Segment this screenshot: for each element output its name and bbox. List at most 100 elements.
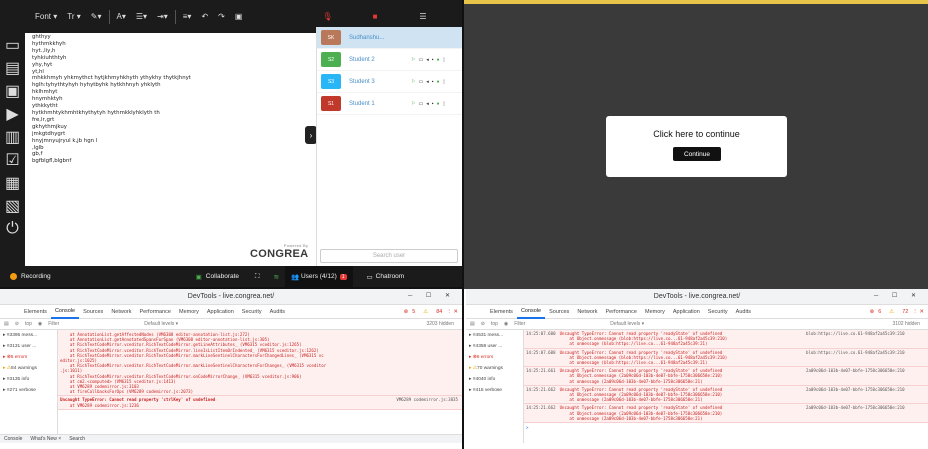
chat-icon[interactable]: ● [437,79,440,85]
clear-icon[interactable]: ⊘ [15,321,19,327]
image-icon[interactable]: ▣ [230,0,248,33]
tab-application[interactable]: Application [669,305,704,319]
window-controls[interactable]: ─ ☐ ✕ [874,292,922,299]
user-row[interactable]: S2 Student 2 ⚐ ▭ ◂ ▪ ● ▯ [317,49,462,71]
sidebar-toggle-icon[interactable]: ▤ [470,321,475,327]
edit-icon[interactable]: ⚐ [411,79,415,85]
filter-input[interactable]: Filter [48,321,128,327]
console-filter-item[interactable]: ▸ ≡ 4358 user ... [466,341,523,352]
document-editor[interactable]: ghthyy hythmkkhyh hyt.,liy,h tyhkiuhthtyh yh… [26,33,310,266]
video-icon[interactable]: ▪ [432,101,434,107]
text-color-icon[interactable]: A▾ [112,0,131,33]
undo-icon[interactable]: ↶ [196,0,213,33]
speaker-icon[interactable]: ◂ [426,79,429,85]
tab-security[interactable]: Security [704,305,732,319]
recording-label[interactable]: Recording [21,273,51,280]
console-filter-item[interactable]: ▸ ≡ 3131 user ... [0,341,57,352]
console-prompt[interactable]: > [524,423,928,432]
eye-icon[interactable]: ◉ [38,321,42,327]
levels-select[interactable]: Default levels ▾ [144,321,178,327]
console-filter-item[interactable]: ▸ ≡ 4040 info [466,374,523,385]
console-filter-item[interactable]: ▸ ≡ 3395 mess... [0,330,57,341]
console-filter-item[interactable]: ▸ ⚠ 70 warnings [466,363,523,374]
redo-icon[interactable]: ↷ [213,0,230,33]
sidebar-toggle-icon[interactable]: ▤ [4,321,9,327]
console-filter-item[interactable]: ▸ ⊗ 6 errors [466,352,523,363]
tab-audits[interactable]: Audits [732,305,755,319]
tab-application[interactable]: Application [203,305,238,319]
more-icon[interactable]: ▯ [443,79,446,85]
align-icon[interactable]: ≡▾ [178,0,197,33]
tab-performance[interactable]: Performance [135,305,175,319]
console-filter-item[interactable]: ▸ ≡ 415 verbose [466,385,523,396]
log-source-link[interactable]: 2a09c06d-103b-4e07-bbfe-1758c306658e:210 [806,368,926,384]
users-button[interactable]: 👥 Users (4/12) 1 [285,266,353,287]
window-controls[interactable]: ─ ☐ ✕ [408,292,456,299]
continue-button[interactable]: Continue [673,147,721,161]
chatroom-button[interactable]: Chatroom [376,273,405,280]
user-row[interactable]: SK Sudhanshu... [317,27,462,49]
tab-elements[interactable]: Elements [20,305,51,319]
user-row[interactable]: S3 Student 3 ⚐ ▭ ◂ ▪ ● ▯ [317,71,462,93]
whiteboard-icon[interactable]: ▤ [0,56,25,79]
pen-icon[interactable]: ✎▾ [86,0,107,33]
indent-icon[interactable]: ⇥▾ [152,0,173,33]
tab-network[interactable]: Network [107,305,135,319]
tab-console[interactable]: Console [516,305,546,319]
font-select[interactable]: Font ▾ [30,0,62,33]
chat-icon[interactable]: ● [437,57,440,63]
video-icon[interactable]: ▪ [432,79,434,85]
context-select[interactable]: top [491,321,498,327]
drawer-tab[interactable]: Search [69,436,85,442]
screen-share-icon[interactable]: ▣ [0,79,25,102]
quiz-icon[interactable]: ☑ [0,148,25,171]
chart-icon[interactable]: ▥ [0,125,25,148]
fullscreen-icon[interactable]: ⛶ [255,273,260,281]
context-select[interactable]: top [25,321,32,327]
video-icon[interactable]: ▶ [0,102,25,125]
drawer-tab[interactable]: Console [4,436,22,442]
tab-elements[interactable]: Elements [486,305,517,319]
image-icon[interactable]: ▧ [0,194,25,217]
console-filter-item[interactable]: ▸ ⚠ 84 warnings [0,363,57,374]
tab-console[interactable]: Console [50,305,80,319]
tab-sources[interactable]: Sources [545,305,573,319]
levels-select[interactable]: Default levels ▾ [610,321,644,327]
screen-icon[interactable]: ▭ [418,57,423,63]
console-filter-item[interactable]: ▸ ⊗ 5 errors [0,352,57,363]
video-icon[interactable]: ▪ [432,57,434,63]
tab-memory[interactable]: Memory [175,305,203,319]
collaborate-button[interactable]: Collaborate [206,273,239,280]
console-filter-item[interactable]: ▸ ≡ 271 verbose [0,385,57,396]
chat-icon[interactable]: ● [437,101,440,107]
screen-icon[interactable]: ▭ [418,101,423,107]
speaker-icon[interactable]: ◂ [426,101,429,107]
clear-icon[interactable]: ⊘ [481,321,485,327]
list-icon[interactable]: ☰▾ [131,0,152,33]
filter-input[interactable]: Filter [514,321,594,327]
edit-icon[interactable]: ⚐ [411,101,415,107]
drawer-tab[interactable]: What's New × [30,436,61,442]
log-source-link[interactable]: 2a09c06d-103b-4e07-bbfe-1758c306658e:210 [806,405,926,421]
eye-icon[interactable]: ◉ [504,321,508,327]
tab-audits[interactable]: Audits [266,305,289,319]
tab-security[interactable]: Security [238,305,266,319]
user-row[interactable]: S1 Student 1 ⚐ ▭ ◂ ▪ ● ▯ [317,93,462,115]
tab-network[interactable]: Network [573,305,601,319]
console-filter-item[interactable]: ▸ ≡ 3135 info [0,374,57,385]
document-icon[interactable]: ▦ [0,171,25,194]
dialog-title[interactable]: Click here to continue [606,129,787,139]
log-source-link[interactable]: blob:https://live.co.61-948af2a45c39:210 [806,331,926,347]
speaker-icon[interactable]: ◂ [426,57,429,63]
tab-memory[interactable]: Memory [641,305,669,319]
font-size-select[interactable]: Tr ▾ [62,0,86,33]
tab-sources[interactable]: Sources [79,305,107,319]
console-filter-item[interactable]: ▸ ≡ 4531 mess... [466,330,523,341]
screen-icon[interactable]: ▭ [418,79,423,85]
log-source-link[interactable]: 2a09c06d-103b-4e07-bbfe-1758c306658e:210 [806,387,926,403]
log-source-link[interactable]: blob:https://live.co.61-948af2a45c39:210 [806,350,926,366]
more-icon[interactable]: ▯ [443,57,446,63]
edit-icon[interactable]: ⚐ [411,57,415,63]
error-source-link[interactable]: VM6289 codemirror.js:3835 [396,397,458,402]
more-icon[interactable]: ▯ [443,101,446,107]
